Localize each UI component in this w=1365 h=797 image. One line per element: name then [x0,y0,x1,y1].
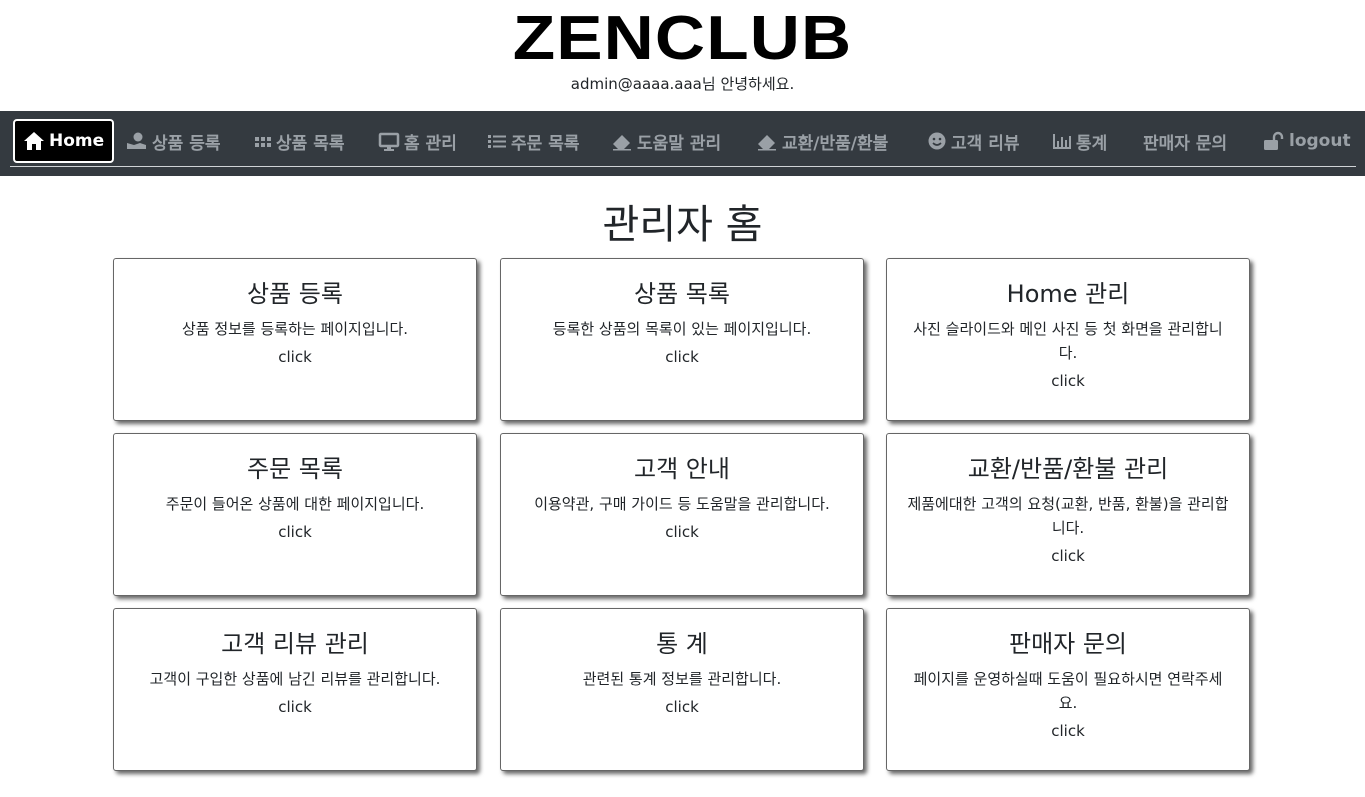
nav-item-home-manage[interactable]: 홈 관리 [378,123,457,159]
nav-item-exchange-return[interactable]: 교환/반품/환불 [756,123,888,159]
card-click-link[interactable]: click [887,369,1249,393]
greeting-text: admin@aaaa.aaa님 안녕하세요. [570,75,795,93]
card-click-link[interactable]: click [114,345,476,369]
card-home-manage[interactable]: Home 관리 사진 슬라이드와 메인 사진 등 첫 화면을 관리합니다. cl… [886,258,1250,421]
card-desc: 제품에대한 고객의 요청(교환, 반품, 환불)을 관리합니다. [907,495,1229,537]
home-icon [23,131,45,151]
card-desc: 관련된 통계 정보를 관리합니다. [582,670,782,688]
nav-label: 상품 목록 [276,133,345,154]
unlock-icon [1263,131,1285,151]
card-title: Home 관리 [1006,280,1130,308]
nav-item-product-register[interactable]: 상품 등록 [126,123,220,159]
monitor-icon [378,131,400,151]
bar-chart-icon [1052,131,1072,151]
card-desc: 등록한 상품의 목록이 있는 페이지입니다. [552,320,812,338]
nav-label: Home [49,131,105,151]
card-desc: 페이지를 운영하실때 도움이 필요하시면 연락주세요. [913,670,1223,712]
card-customer-guide[interactable]: 고객 안내 이용약관, 구매 가이드 등 도움말을 관리합니다. click [500,433,864,596]
card-click-link[interactable]: click [887,719,1249,743]
nav-label: 고객 리뷰 [951,133,1020,154]
nav-item-customer-review[interactable]: 고객 리뷰 [927,123,1019,159]
card-title: 상품 목록 [634,280,730,308]
nav-label: 판매자 문의 [1143,133,1228,154]
eraser-icon [611,131,633,151]
card-title: 고객 안내 [634,455,730,483]
nav-label: logout [1289,131,1351,151]
user-hand-icon [126,131,148,151]
nav-divider [10,166,1356,167]
card-title: 판매자 문의 [1008,630,1128,658]
card-review-manage[interactable]: 고객 리뷰 관리 고객이 구입한 상품에 남긴 리뷰를 관리합니다. click [113,608,477,771]
nav-item-home[interactable]: Home [13,119,115,163]
card-title: 주문 목록 [247,455,343,483]
nav-item-statistics[interactable]: 통계 [1052,123,1107,159]
card-desc: 상품 정보를 등록하는 페이지입니다. [181,320,409,338]
card-click-link[interactable]: click [114,520,476,544]
card-statistics[interactable]: 통 계 관련된 통계 정보를 관리합니다. click [500,608,864,771]
card-product-list[interactable]: 상품 목록 등록한 상품의 목록이 있는 페이지입니다. click [500,258,864,421]
top-navbar: Home 상품 등록 상품 목록 홈 관리 주문 목록 도움말 관리 교환/반품… [0,111,1365,176]
card-title: 상품 등록 [247,280,343,308]
nav-label: 주문 목록 [511,133,580,154]
card-desc: 사진 슬라이드와 메인 사진 등 첫 화면을 관리합니다. [913,320,1223,362]
nav-label: 상품 등록 [152,133,221,154]
nav-item-order-list[interactable]: 주문 목록 [487,123,579,159]
nav-item-logout[interactable]: logout [1263,123,1351,159]
card-desc: 이용약관, 구매 가이드 등 도움말을 관리합니다. [534,495,830,513]
card-seller-inquiry[interactable]: 판매자 문의 페이지를 운영하실때 도움이 필요하시면 연락주세요. click [886,608,1250,771]
card-title: 교환/반품/환불 관리 [967,455,1169,483]
card-desc: 고객이 구입한 상품에 남긴 리뷰를 관리합니다. [149,670,441,688]
smile-icon [927,131,947,151]
nav-item-product-list[interactable]: 상품 목록 [254,123,344,159]
card-title: 고객 리뷰 관리 [221,630,369,658]
nav-label: 통계 [1076,133,1108,154]
header: ZENCLUB admin@aaaa.aaa님 안녕하세요. [0,0,1365,111]
nav-item-seller-inquiry[interactable]: 판매자 문의 [1143,123,1227,159]
card-click-link[interactable]: click [114,695,476,719]
card-order-list[interactable]: 주문 목록 주문이 들어온 상품에 대한 페이지입니다. click [113,433,477,596]
card-exchange-return[interactable]: 교환/반품/환불 관리 제품에대한 고객의 요청(교환, 반품, 환불)을 관리… [886,433,1250,596]
nav-item-help-manage[interactable]: 도움말 관리 [611,123,721,159]
page-title: 관리자 홈 [602,202,763,248]
card-click-link[interactable]: click [501,345,863,369]
card-product-register[interactable]: 상품 등록 상품 정보를 등록하는 페이지입니다. click [113,258,477,421]
card-click-link[interactable]: click [887,544,1249,568]
card-click-link[interactable]: click [501,520,863,544]
card-click-link[interactable]: click [501,695,863,719]
nav-label: 도움말 관리 [637,133,722,154]
list-icon [487,131,507,151]
eraser-icon [756,131,778,151]
nav-label: 홈 관리 [404,133,457,154]
grid-dots-icon [254,131,272,151]
card-desc: 주문이 들어온 상품에 대한 페이지입니다. [165,495,425,513]
card-title: 통 계 [656,630,708,658]
nav-label: 교환/반품/환불 [782,133,889,154]
logo[interactable]: ZENCLUB [0,4,1365,74]
